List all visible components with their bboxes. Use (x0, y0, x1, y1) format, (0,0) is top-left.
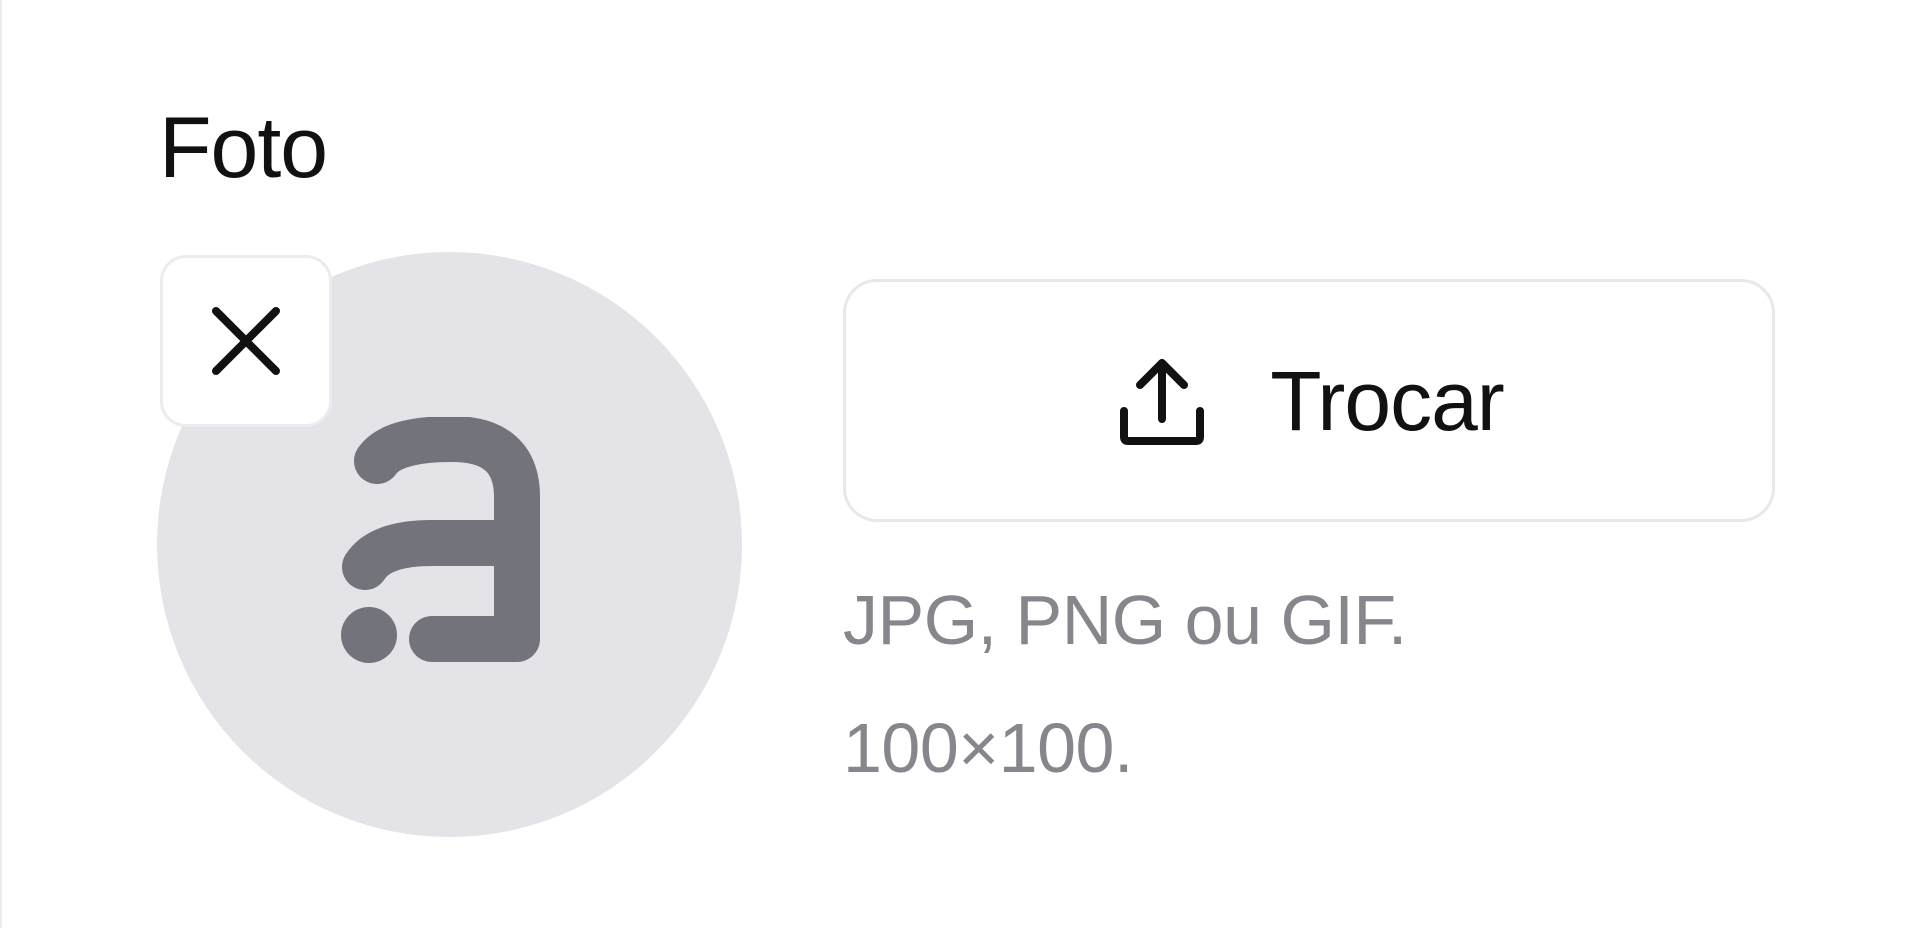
close-icon (212, 307, 280, 375)
format-hint: JPG, PNG ou GIF. (843, 581, 1407, 659)
size-hint: 100×100. (843, 709, 1133, 787)
change-photo-button[interactable]: Trocar (843, 279, 1775, 522)
upload-icon (1120, 358, 1205, 445)
change-photo-label: Trocar (1270, 353, 1505, 448)
remove-photo-button[interactable] (160, 255, 332, 427)
photo-settings-panel: Foto Trocar JPG, PNG ou GIF. 100×100. (0, 0, 1920, 928)
photo-label: Foto (159, 100, 328, 196)
brand-a-glyph-icon (341, 417, 540, 663)
